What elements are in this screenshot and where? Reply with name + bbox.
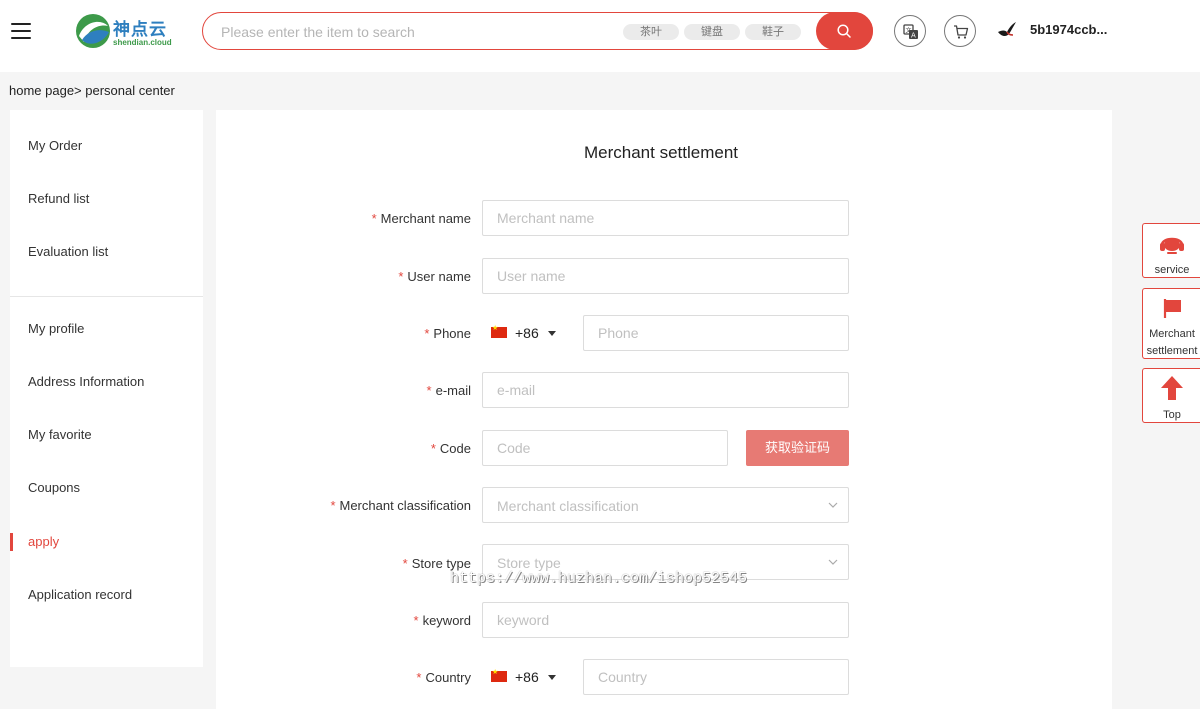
top-label: Top — [1163, 409, 1181, 421]
required-mark: * — [371, 211, 377, 226]
code-label: * Code — [431, 441, 471, 456]
search-button[interactable] — [816, 12, 873, 50]
translate-icon: 文 A — [903, 24, 918, 40]
label-text: Merchant name — [380, 211, 471, 226]
label-text: Merchant classification — [339, 498, 472, 513]
svg-text:A: A — [911, 32, 916, 40]
required-mark: * — [430, 441, 436, 456]
logo-text-en: shendian.cloud — [113, 38, 172, 47]
merchant-classification-select[interactable]: Merchant classification — [482, 487, 849, 523]
phone-label: * Phone — [424, 326, 471, 341]
label-text: e-mail — [435, 383, 471, 398]
select-placeholder: Merchant classification — [497, 498, 639, 514]
search-tag[interactable]: 键盘 — [684, 24, 740, 40]
sidebar-item-evaluation-list[interactable]: Evaluation list — [28, 244, 108, 259]
sidebar-item-coupons[interactable]: Coupons — [28, 480, 80, 495]
required-mark: * — [402, 556, 408, 571]
required-mark: * — [416, 670, 422, 685]
sidebar-item-application-record[interactable]: Application record — [28, 587, 132, 602]
top-header: 神点云 shendian.cloud 茶叶 键盘 鞋子 文 A — [0, 0, 1200, 72]
store-type-label: * Store type — [403, 556, 471, 571]
get-code-button[interactable]: 获取验证码 — [746, 430, 849, 466]
code-input[interactable] — [482, 430, 728, 466]
merchant-settlement-button[interactable]: Merchant settlement — [1142, 288, 1200, 359]
caret-down-icon — [548, 331, 556, 336]
username[interactable]: 5b1974ccb... — [1030, 22, 1107, 37]
sidebar: My Order Refund list Evaluation list My … — [10, 110, 203, 667]
search-bar: 茶叶 键盘 鞋子 — [202, 12, 873, 50]
country-code: +86 — [515, 669, 539, 685]
hamburger-menu-icon[interactable] — [11, 22, 31, 40]
label-text: User name — [407, 269, 471, 284]
search-input[interactable] — [221, 22, 601, 42]
label-text: Phone — [433, 326, 471, 341]
user-name-label: * User name — [398, 269, 471, 284]
sidebar-item-my-profile[interactable]: My profile — [28, 321, 84, 336]
china-flag-icon — [491, 668, 507, 682]
sidebar-item-my-favorite[interactable]: My favorite — [28, 427, 92, 442]
required-mark: * — [424, 326, 430, 341]
search-tag[interactable]: 茶叶 — [623, 24, 679, 40]
label-text: Code — [439, 441, 471, 456]
logo-text-cn: 神点云 — [113, 20, 167, 39]
chevron-down-icon — [828, 559, 838, 565]
merchant-label: Merchant — [1149, 328, 1195, 340]
sidebar-item-address-information[interactable]: Address Information — [28, 374, 144, 389]
merchant-classification-label: * Merchant classification — [330, 498, 471, 513]
cart-icon — [954, 25, 969, 39]
required-mark: * — [398, 269, 404, 284]
headset-icon — [1160, 237, 1184, 254]
email-input[interactable] — [482, 372, 849, 408]
form-title: Merchant settlement — [583, 143, 738, 162]
sidebar-item-my-order[interactable]: My Order — [28, 138, 82, 153]
select-placeholder: Store type — [497, 555, 561, 571]
sidebar-divider — [10, 296, 203, 297]
search-icon — [837, 24, 851, 38]
bird-avatar-icon[interactable] — [996, 20, 1018, 40]
translate-button[interactable]: 文 A — [894, 15, 926, 47]
country-label: * Country — [416, 670, 471, 685]
search-tag[interactable]: 鞋子 — [745, 24, 801, 40]
settlement-label: settlement — [1146, 345, 1198, 357]
back-to-top-button[interactable]: Top — [1142, 368, 1200, 423]
sidebar-item-refund-list[interactable]: Refund list — [28, 191, 89, 206]
merchant-name-input[interactable] — [482, 200, 849, 236]
arrow-up-icon — [1161, 376, 1183, 400]
merchant-settlement-form: Merchant settlement *Merchant name *User… — [216, 110, 1112, 709]
phone-input[interactable] — [583, 315, 849, 351]
label-text: Store type — [411, 556, 471, 571]
sidebar-item-apply[interactable]: apply — [28, 534, 59, 549]
required-mark: * — [413, 613, 419, 628]
flag-icon — [1163, 299, 1181, 318]
country-input[interactable] — [583, 659, 849, 695]
required-mark: * — [426, 383, 432, 398]
store-type-select[interactable]: Store type — [482, 544, 849, 580]
keyword-input[interactable] — [482, 602, 849, 638]
active-indicator — [10, 533, 13, 551]
chevron-down-icon — [828, 502, 838, 508]
service-label: service — [1154, 264, 1190, 276]
china-flag-icon — [491, 324, 507, 338]
country-code: +86 — [515, 325, 539, 341]
service-button[interactable]: service — [1142, 223, 1200, 278]
keyword-label: * keyword — [414, 613, 471, 628]
breadcrumb: home page> personal center — [9, 83, 175, 98]
label-text: Country — [425, 670, 471, 685]
site-logo[interactable]: 神点云 shendian.cloud — [74, 12, 172, 52]
required-mark: * — [330, 498, 336, 513]
cart-button[interactable] — [944, 15, 976, 47]
user-name-input[interactable] — [482, 258, 849, 294]
caret-down-icon — [548, 675, 556, 680]
label-text: keyword — [422, 613, 471, 628]
email-label: * e-mail — [427, 383, 471, 398]
logo-mark-icon — [76, 14, 110, 48]
merchant-name-label: * Merchant name — [372, 211, 471, 226]
